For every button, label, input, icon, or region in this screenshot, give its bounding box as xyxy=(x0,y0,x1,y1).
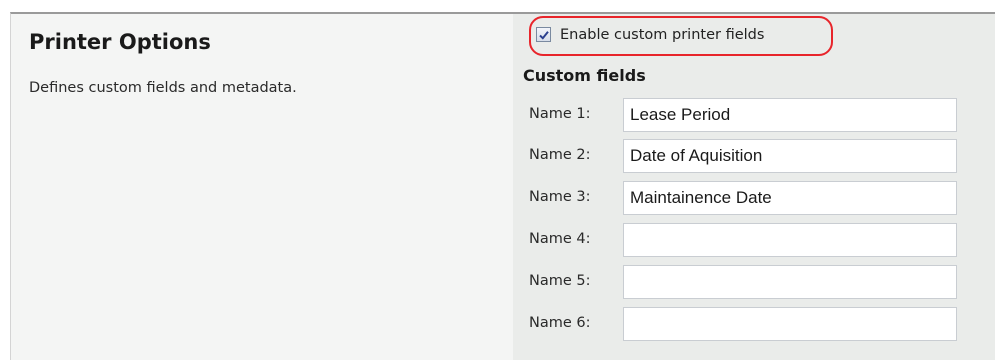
enable-custom-fields-checkbox[interactable] xyxy=(536,27,551,42)
custom-field-row-5: Name 5: xyxy=(513,265,995,299)
custom-field-label-6: Name 6: xyxy=(529,315,591,331)
settings-pane: Enable custom printer fields Custom fiel… xyxy=(513,14,995,360)
custom-field-label-3: Name 3: xyxy=(529,189,591,205)
custom-field-input-2[interactable] xyxy=(623,139,957,173)
custom-field-input-3[interactable] xyxy=(623,181,957,215)
custom-field-label-4: Name 4: xyxy=(529,231,591,247)
custom-field-label-2: Name 2: xyxy=(529,147,591,163)
custom-field-row-4: Name 4: xyxy=(513,223,995,257)
custom-field-label-1: Name 1: xyxy=(529,106,591,122)
printer-options-panel: Printer Options Defines custom fields an… xyxy=(10,12,995,360)
page-description: Defines custom fields and metadata. xyxy=(29,80,297,96)
description-pane: Printer Options Defines custom fields an… xyxy=(11,14,513,360)
custom-field-input-1[interactable] xyxy=(623,98,957,132)
enable-custom-fields-label[interactable]: Enable custom printer fields xyxy=(560,27,764,43)
custom-field-row-6: Name 6: xyxy=(513,307,995,341)
custom-field-label-5: Name 5: xyxy=(529,273,591,289)
custom-field-input-4[interactable] xyxy=(623,223,957,257)
custom-field-row-1: Name 1: xyxy=(513,98,995,132)
page-title: Printer Options xyxy=(29,30,211,54)
custom-field-row-2: Name 2: xyxy=(513,139,995,173)
custom-field-input-5[interactable] xyxy=(623,265,957,299)
custom-field-input-6[interactable] xyxy=(623,307,957,341)
checkmark-icon xyxy=(539,31,549,40)
custom-field-row-3: Name 3: xyxy=(513,181,995,215)
custom-fields-heading: Custom fields xyxy=(523,66,646,85)
